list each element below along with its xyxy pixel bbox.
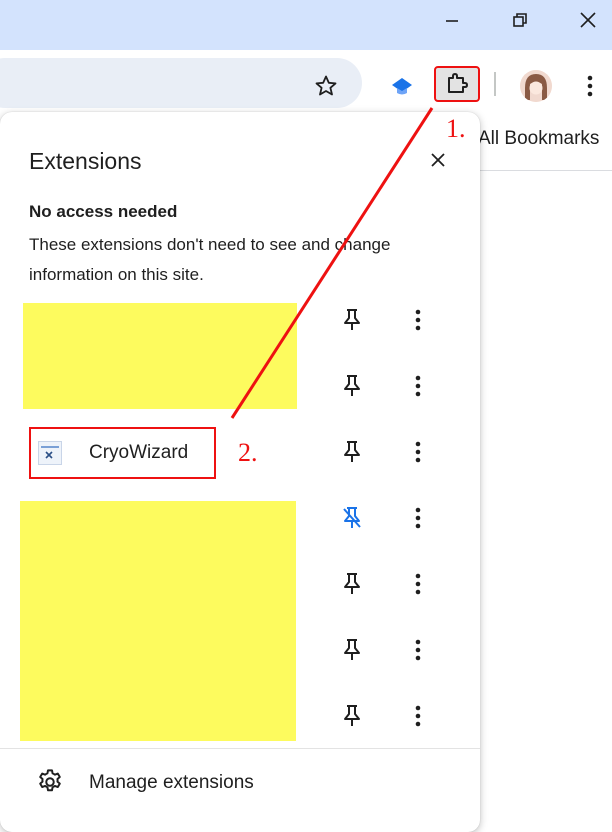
avatar-icon xyxy=(520,70,552,102)
restore-icon xyxy=(513,13,527,27)
pin-button[interactable] xyxy=(338,306,366,334)
unpin-button[interactable] xyxy=(338,504,366,532)
extensions-button[interactable] xyxy=(434,66,480,102)
extension-more-button[interactable] xyxy=(404,372,432,400)
profile-avatar[interactable] xyxy=(520,70,552,102)
section-description: These extensions don't need to see and c… xyxy=(29,235,391,284)
panel-title: Extensions xyxy=(29,148,142,174)
address-bar[interactable] xyxy=(0,58,362,108)
extension-more-button[interactable] xyxy=(404,504,432,532)
pin-icon xyxy=(344,309,360,330)
extension-more-button[interactable] xyxy=(404,438,432,466)
manage-extensions-label: Manage extensions xyxy=(89,772,254,793)
section-heading: No access needed xyxy=(29,202,178,221)
puzzle-icon xyxy=(448,73,468,93)
pin-button[interactable] xyxy=(338,570,366,598)
browser-menu-button[interactable] xyxy=(576,70,604,102)
close-panel-button[interactable] xyxy=(424,146,452,174)
annotation-step-2: 2. xyxy=(238,438,258,467)
toolbar-separator xyxy=(494,72,496,96)
extension-name[interactable]: CryoWizard xyxy=(89,442,188,464)
manage-extensions-button[interactable]: Manage extensions xyxy=(0,760,480,806)
more-vert-icon xyxy=(587,75,593,97)
pin-button[interactable] xyxy=(338,636,366,664)
more-vert-icon xyxy=(415,573,421,595)
annotation-step-1: 1. xyxy=(446,114,466,143)
extension-more-button[interactable] xyxy=(404,306,432,334)
bookmark-star-button[interactable] xyxy=(312,72,340,100)
extension-more-button[interactable] xyxy=(404,702,432,730)
graduation-cap-icon xyxy=(392,78,412,95)
more-vert-icon xyxy=(415,507,421,529)
close-icon xyxy=(431,153,445,167)
cryowizard-logo-icon xyxy=(38,441,62,465)
pin-button[interactable] xyxy=(338,702,366,730)
pin-icon xyxy=(344,705,360,726)
more-vert-icon xyxy=(415,639,421,661)
pin-icon xyxy=(344,375,360,396)
extension-more-button[interactable] xyxy=(404,570,432,598)
gear-icon xyxy=(39,769,61,792)
restore-button[interactable] xyxy=(490,0,550,40)
title-bar xyxy=(0,0,612,50)
pin-off-icon xyxy=(343,507,361,528)
extension-more-button[interactable] xyxy=(404,636,432,664)
pin-icon xyxy=(344,441,360,462)
pin-button[interactable] xyxy=(338,372,366,400)
pinned-extension-button[interactable] xyxy=(388,72,416,100)
minimize-icon xyxy=(446,20,458,22)
more-vert-icon xyxy=(415,375,421,397)
close-icon xyxy=(580,12,596,28)
pin-button[interactable] xyxy=(338,438,366,466)
minimize-button[interactable] xyxy=(422,0,482,40)
more-vert-icon xyxy=(415,309,421,331)
pin-icon xyxy=(344,573,360,594)
bookmarks-bar-divider xyxy=(480,170,612,171)
more-vert-icon xyxy=(415,705,421,727)
close-window-button[interactable] xyxy=(558,0,612,40)
pin-icon xyxy=(344,639,360,660)
footer-divider xyxy=(0,748,480,749)
star-icon xyxy=(315,75,337,96)
all-bookmarks-link[interactable]: All Bookmarks xyxy=(478,128,599,150)
more-vert-icon xyxy=(415,441,421,463)
